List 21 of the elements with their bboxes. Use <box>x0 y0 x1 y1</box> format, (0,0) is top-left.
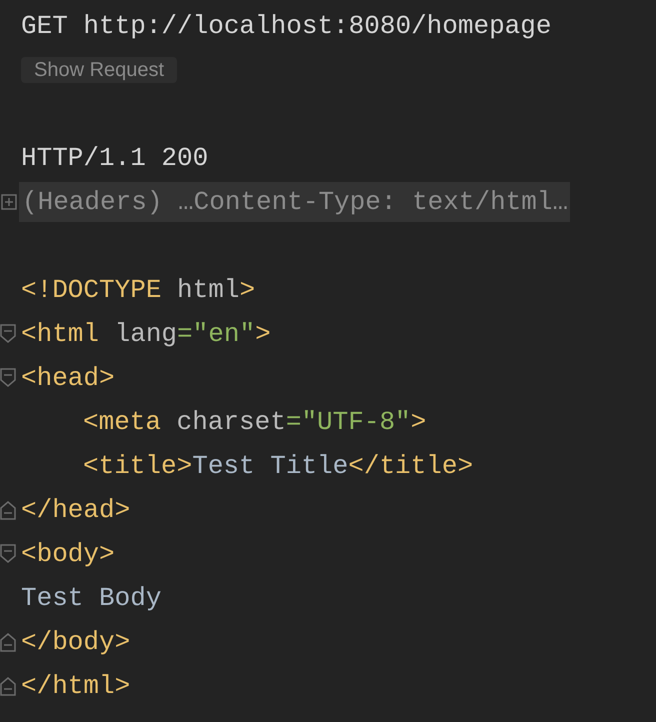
show-request-button[interactable]: Show Request <box>21 57 178 83</box>
code-line: Test Body <box>21 582 162 614</box>
code-line: <!DOCTYPE html> <box>21 274 256 306</box>
fold-icon[interactable] <box>0 632 16 652</box>
fold-icon[interactable] <box>0 324 16 344</box>
code-line: <head> <box>21 362 115 394</box>
fold-icon[interactable] <box>0 676 16 696</box>
code-line: </head> <box>21 494 130 526</box>
code-line: <body> <box>21 538 115 570</box>
headers-summary[interactable]: (Headers) …Content-Type: text/html… <box>19 182 570 222</box>
code-line: </html> <box>21 670 130 702</box>
status-line: HTTP/1.1 200 <box>21 142 208 174</box>
code-line: <meta charset="UTF-8"> <box>83 406 426 438</box>
code-line: <title>Test Title</title> <box>83 450 474 482</box>
expand-icon[interactable] <box>1 194 17 210</box>
fold-icon[interactable] <box>0 500 16 520</box>
code-line: <html lang="en"> <box>21 318 271 350</box>
code-line: </body> <box>21 626 130 658</box>
fold-icon[interactable] <box>0 368 16 388</box>
request-line: GET http://localhost:8080/homepage <box>21 10 552 42</box>
fold-icon[interactable] <box>0 544 16 564</box>
